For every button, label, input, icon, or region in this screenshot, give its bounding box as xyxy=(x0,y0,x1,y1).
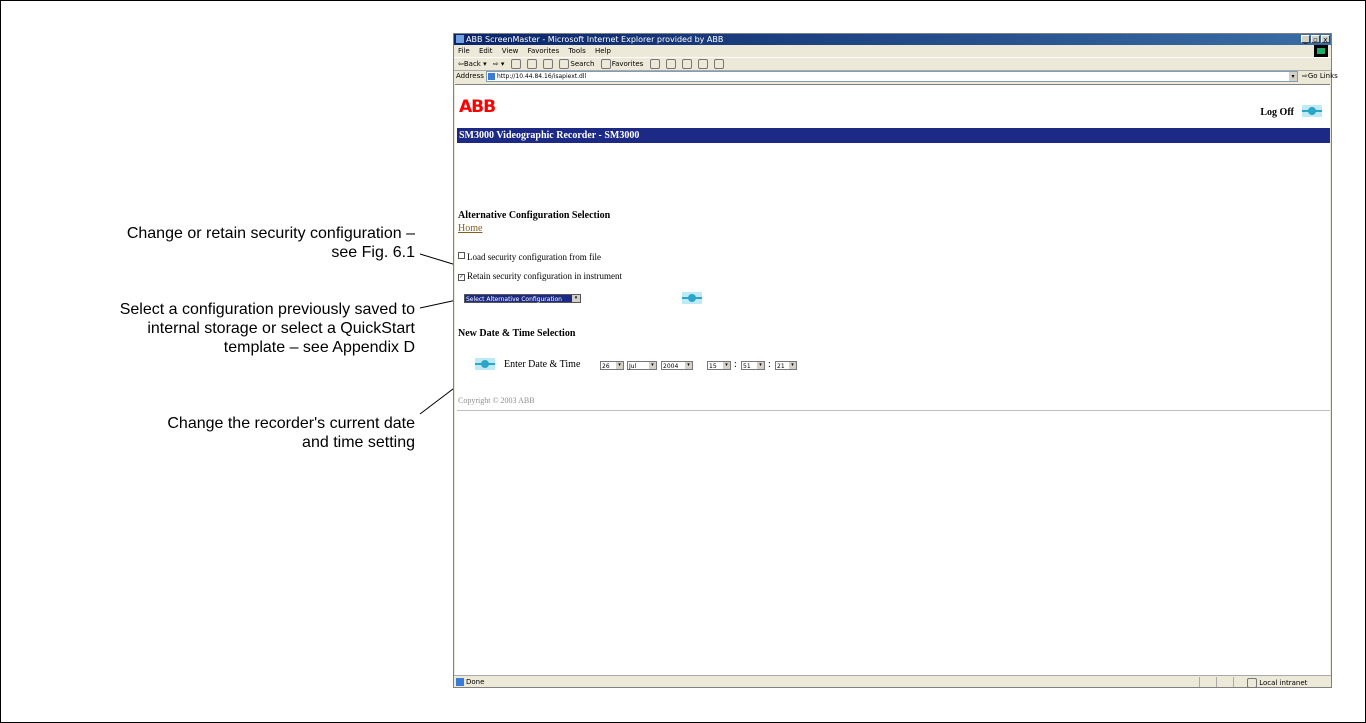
divider xyxy=(457,410,1330,411)
load-checkbox[interactable] xyxy=(458,252,465,259)
favorites-icon xyxy=(600,59,611,69)
discuss-icon[interactable] xyxy=(714,59,725,69)
year-select[interactable]: 2004 ▾ xyxy=(661,361,693,370)
callout-security: Change or retain security configuration … xyxy=(127,224,415,262)
links-button[interactable]: Links xyxy=(1320,72,1338,80)
chevron-down-icon: ▾ xyxy=(757,362,764,369)
copyright-text: Copyright © 2003 ABB xyxy=(458,396,535,405)
alt-config-heading: Alternative Configuration Selection xyxy=(458,210,611,221)
ie-page-icon xyxy=(488,73,495,80)
callout-config-line2: internal storage or select a QuickStart xyxy=(147,320,415,337)
page-header-bar: SM3000 Videographic Recorder - SM3000 xyxy=(457,128,1330,143)
status-divider xyxy=(1233,677,1234,687)
time-separator: : xyxy=(768,359,771,370)
address-label: Address xyxy=(456,72,484,80)
status-divider xyxy=(1216,677,1217,687)
chevron-down-icon: ▾ xyxy=(723,362,730,369)
ie-page-icon xyxy=(456,678,464,686)
alt-config-apply-icon[interactable] xyxy=(682,292,702,304)
edit-icon[interactable] xyxy=(698,59,709,69)
callout-security-line2: see Fig. 6.1 xyxy=(331,244,415,261)
option-retain-row: ✓ Retain security configuration in instru… xyxy=(458,271,622,281)
status-divider xyxy=(1199,677,1200,687)
address-bar: Address http://10.44.84.16/isapiext.dll … xyxy=(454,70,1338,82)
page-content: ABB Log Off SM3000 Videographic Recorder… xyxy=(455,84,1330,675)
intranet-icon xyxy=(1247,678,1257,688)
chevron-down-icon: ▾ xyxy=(649,362,656,369)
menu-edit[interactable]: Edit xyxy=(479,47,493,55)
refresh-icon[interactable] xyxy=(526,59,537,69)
chevron-down-icon: ▾ xyxy=(685,362,692,369)
month-select[interactable]: Jul ▾ xyxy=(627,361,657,370)
chevron-down-icon: ▾ xyxy=(616,362,623,369)
favorites-button[interactable]: Favorites xyxy=(612,60,644,68)
address-value: http://10.44.84.16/isapiext.dll xyxy=(497,73,587,80)
address-input[interactable]: http://10.44.84.16/isapiext.dll ▾ xyxy=(486,71,1298,82)
second-select[interactable]: 21 ▾ xyxy=(775,361,797,370)
window-title: ABB ScreenMaster - Microsoft Internet Ex… xyxy=(466,35,724,44)
logoff-link[interactable]: Log Off xyxy=(1260,107,1294,118)
address-dropdown-icon[interactable]: ▾ xyxy=(1289,72,1297,81)
zone-label: Local intranet xyxy=(1259,679,1308,687)
history-icon[interactable] xyxy=(649,59,660,69)
menu-favorites[interactable]: Favorites xyxy=(528,47,560,55)
minute-select[interactable]: 51 ▾ xyxy=(741,361,765,370)
search-icon xyxy=(559,59,570,69)
chevron-down-icon: ▾ xyxy=(572,295,580,302)
minimize-button[interactable]: _ xyxy=(1301,35,1310,44)
day-select[interactable]: 26 ▾ xyxy=(600,361,624,370)
retain-checkbox[interactable]: ✓ xyxy=(458,274,465,281)
abb-logo: ABB xyxy=(459,97,496,117)
forward-button[interactable]: ⇨ ▾ xyxy=(493,60,505,68)
mail-icon[interactable] xyxy=(665,59,676,69)
callout-datetime: Change the recorder's current date and t… xyxy=(167,414,415,452)
retain-option-label: Retain security configuration in instrum… xyxy=(467,271,622,281)
status-bar: Done Local intranet xyxy=(454,675,1331,688)
alt-config-select-value: Select Alternative Configuration xyxy=(466,296,562,303)
browser-window: ABB ScreenMaster - Microsoft Internet Ex… xyxy=(453,33,1338,688)
close-button[interactable]: x xyxy=(1321,35,1330,44)
windows-logo-icon xyxy=(1314,45,1328,57)
menu-file[interactable]: File xyxy=(458,47,470,55)
status-text: Done xyxy=(466,678,485,686)
callout-config-line3: template – see Appendix D xyxy=(223,339,415,356)
search-button[interactable]: Search xyxy=(570,60,594,68)
callout-config-line1: Select a configuration previously saved … xyxy=(119,301,415,318)
back-button[interactable]: ⇦Back ▾ xyxy=(458,60,487,68)
hour-select[interactable]: 15 ▾ xyxy=(707,361,731,370)
callout-config: Select a configuration previously saved … xyxy=(120,300,415,357)
ie-app-icon xyxy=(456,35,464,43)
home-icon[interactable] xyxy=(543,59,554,69)
menu-view[interactable]: View xyxy=(502,47,519,55)
window-controls: _ ▫ x xyxy=(1301,35,1330,44)
callout-datetime-line2: and time setting xyxy=(302,434,415,451)
maximize-button[interactable]: ▫ xyxy=(1311,35,1320,44)
stop-icon[interactable] xyxy=(510,59,521,69)
option-load-row: Load security configuration from file xyxy=(458,252,601,262)
home-link[interactable]: Home xyxy=(458,223,482,234)
menu-tools[interactable]: Tools xyxy=(568,47,585,55)
alt-config-select[interactable]: Select Alternative Configuration ▾ xyxy=(464,294,581,303)
menu-bar: File Edit View Favorites Tools Help xyxy=(454,46,1331,56)
print-icon[interactable] xyxy=(682,59,693,69)
callout-datetime-line1: Change the recorder's current date xyxy=(167,415,415,432)
chevron-down-icon: ▾ xyxy=(789,362,796,369)
datetime-apply-icon[interactable] xyxy=(475,358,495,370)
toolbar: ⇦Back ▾ ⇨ ▾ Search Favorites xyxy=(454,57,1331,71)
callout-security-line1: Change or retain security configuration … xyxy=(126,225,415,242)
datetime-label: Enter Date & Time xyxy=(504,359,581,370)
security-zone: Local intranet xyxy=(1244,677,1329,688)
menu-help[interactable]: Help xyxy=(595,47,611,55)
logoff-system-icon[interactable] xyxy=(1302,105,1322,117)
go-button[interactable]: ⇨Go Links xyxy=(1302,70,1338,82)
load-option-label: Load security configuration from file xyxy=(467,252,601,262)
title-bar[interactable]: ABB ScreenMaster - Microsoft Internet Ex… xyxy=(454,34,1331,45)
time-separator: : xyxy=(734,359,737,370)
datetime-heading: New Date & Time Selection xyxy=(458,328,576,339)
